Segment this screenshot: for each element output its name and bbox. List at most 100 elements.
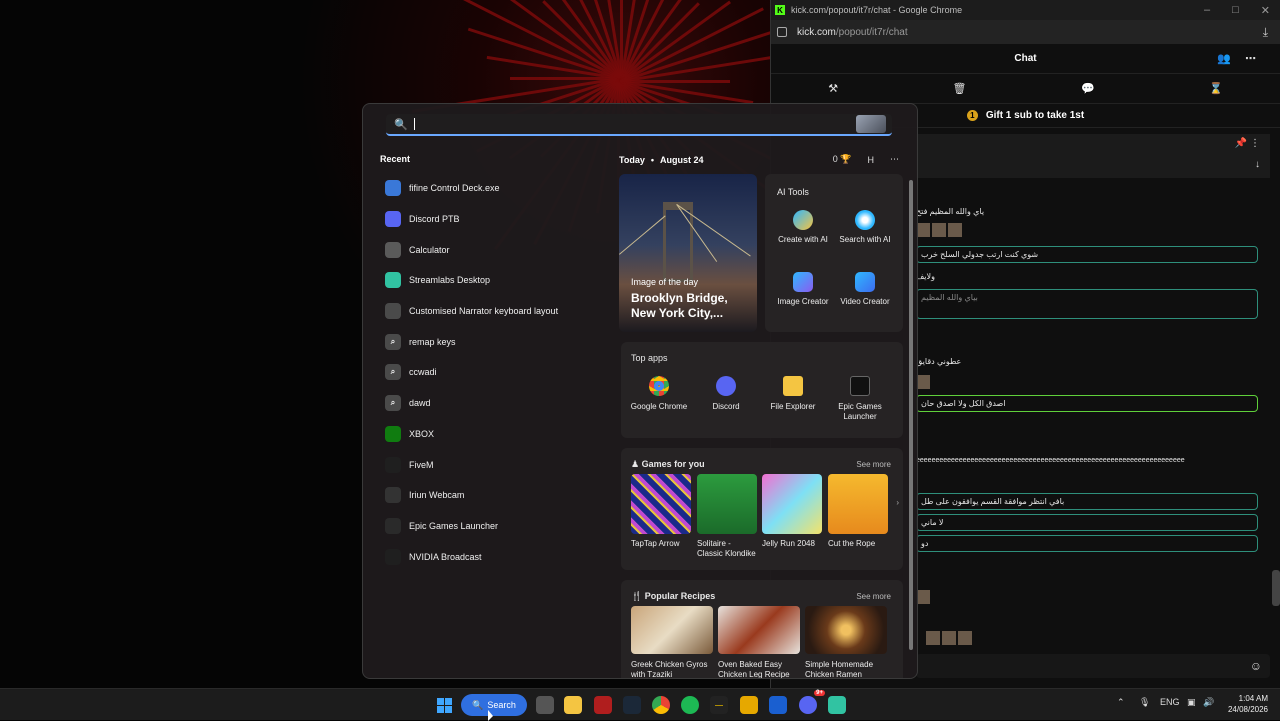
rewards-points[interactable]: 0 🏆 xyxy=(833,154,852,165)
discord-icon xyxy=(385,211,401,228)
recipe-tile[interactable]: Greek Chicken Gyros with Tzaziki xyxy=(631,606,713,678)
system-clock[interactable]: 1:04 AM 24/08/2026 xyxy=(1228,693,1268,715)
recent-item-label: dawd xyxy=(409,398,431,409)
image-of-the-day-card[interactable]: Image of the day Brooklyn Bridge, New Yo… xyxy=(619,174,757,332)
streaming-app-icon[interactable] xyxy=(594,696,612,714)
microphone-icon[interactable]: 🎙 xyxy=(1139,697,1150,708)
chat-title: Chat xyxy=(1014,53,1037,64)
user-settings-icon[interactable]: 👥 xyxy=(1217,52,1231,65)
create-with-ai[interactable]: Create with AI xyxy=(771,210,835,244)
recipes-card: 🍴 Popular Recipes See more Greek Chicken… xyxy=(621,580,903,678)
more-options-icon[interactable]: ⋯ xyxy=(1245,52,1256,65)
chevron-right-icon[interactable]: › xyxy=(896,498,899,507)
top-app-file-explorer[interactable]: File Explorer xyxy=(760,376,826,412)
mouse-cursor xyxy=(488,710,493,721)
recipe-tile[interactable]: Simple Homemade Chicken Ramen xyxy=(805,606,887,678)
recipes-see-more-link[interactable]: See more xyxy=(856,592,891,601)
chevron-up-icon[interactable]: ⌃ xyxy=(1117,697,1125,708)
window-title: kick.com/popout/it7r/chat - Google Chrom… xyxy=(791,5,963,15)
search-highlight-image[interactable] xyxy=(856,115,886,133)
taskbar: 🔍 Search — 9+ ⌃ 🎙 ENG ▣ 🔊 1:04 AM 24/08/… xyxy=(0,688,1280,720)
recent-item[interactable]: Discord PTB xyxy=(385,204,615,235)
steam-icon[interactable] xyxy=(623,696,641,714)
recent-item[interactable]: fifine Control Deck.exe xyxy=(385,173,615,204)
ban-hammer-icon[interactable]: ⚒ xyxy=(828,82,838,95)
network-icon[interactable]: ▣ xyxy=(1187,697,1196,708)
chat-message: بياي والله المظيم xyxy=(916,289,1258,319)
search-icon: 🔍 xyxy=(394,118,408,131)
game-tile[interactable]: Solitaire - Classic Klondike xyxy=(697,474,757,559)
recipe-tile[interactable]: Oven Baked Easy Chicken Leg Recipe xyxy=(718,606,800,678)
widgets-scrollbar[interactable] xyxy=(909,180,913,650)
volume-icon[interactable]: 🔊 xyxy=(1203,697,1214,708)
fivem-icon xyxy=(385,456,401,473)
recent-item[interactable]: Iriun Webcam xyxy=(385,480,615,511)
file-explorer-icon[interactable] xyxy=(564,696,582,714)
recent-item[interactable]: ⌕ ccwadi xyxy=(385,357,615,388)
task-view-icon[interactable] xyxy=(536,696,554,714)
streamlabs-icon[interactable] xyxy=(828,696,846,714)
recent-item[interactable]: ⌕ remap keys xyxy=(385,326,615,357)
chat-bubble-icon[interactable]: 💬 xyxy=(1081,82,1095,95)
recent-item[interactable]: Customised Narrator keyboard layout xyxy=(385,296,615,327)
recent-item[interactable]: Epic Games Launcher xyxy=(385,511,615,542)
ai-tools-card: AI Tools Create with AI Search with AI I… xyxy=(765,174,903,332)
recent-item[interactable]: FiveM xyxy=(385,449,615,480)
language-indicator[interactable]: ENG xyxy=(1160,697,1180,707)
app-icon[interactable] xyxy=(769,696,787,714)
discord-icon xyxy=(716,376,736,396)
arrow-down-icon[interactable]: ↓ xyxy=(1255,159,1260,170)
recent-item[interactable]: Streamlabs Desktop xyxy=(385,265,615,296)
start-button[interactable] xyxy=(435,696,453,714)
pin-icon[interactable]: 📌 ⋮ xyxy=(1235,138,1260,149)
games-see-more-link[interactable]: See more xyxy=(856,460,891,469)
taskbar-search-button[interactable]: 🔍 Search xyxy=(461,694,527,716)
top-app-epic[interactable]: Epic Games Launcher xyxy=(827,376,893,422)
game-tile[interactable]: TapTap Arrow xyxy=(631,474,691,549)
top-app-chrome[interactable]: Google Chrome xyxy=(626,376,692,412)
page-scrollbar[interactable] xyxy=(1272,570,1280,606)
trash-icon[interactable]: 🗑 xyxy=(953,82,967,95)
calculator-icon xyxy=(385,241,401,258)
start-search-input[interactable]: 🔍 xyxy=(386,114,892,136)
maximize-icon[interactable]: □ xyxy=(1232,4,1239,17)
emoji-icon[interactable]: ☺ xyxy=(1250,659,1262,673)
spotify-icon[interactable] xyxy=(681,696,699,714)
app-icon[interactable]: — xyxy=(710,696,728,714)
game-tile[interactable]: Cut the Rope xyxy=(828,474,888,549)
games-card: ♟ Games for you See more TapTap Arrow So… xyxy=(621,448,903,570)
video-creator[interactable]: Video Creator xyxy=(833,272,897,306)
recent-item[interactable]: XBOX xyxy=(385,419,615,450)
widgets-panel: Image of the day Brooklyn Bridge, New Yo… xyxy=(619,174,909,678)
hourglass-icon[interactable]: ⌛ xyxy=(1209,82,1223,95)
address-bar[interactable]: kick.com/popout/it7r/chat ⤓ xyxy=(771,20,1280,44)
game-tile[interactable]: Jelly Run 2048 xyxy=(762,474,822,549)
gift-coin-icon: 1 xyxy=(966,110,978,121)
site-info-icon[interactable] xyxy=(777,27,787,37)
pinned-message: 📌 ⋮ ↓ xyxy=(916,134,1270,178)
recent-heading: Recent xyxy=(380,154,411,164)
top-app-discord[interactable]: Discord xyxy=(693,376,759,412)
search-with-ai[interactable]: Search with AI xyxy=(833,210,897,244)
chrome-icon[interactable] xyxy=(652,696,670,714)
minimize-icon[interactable]: – xyxy=(1204,4,1210,17)
image-creator[interactable]: Image Creator xyxy=(771,272,835,306)
recent-item-label: Customised Narrator keyboard layout xyxy=(409,306,559,317)
app-icon[interactable] xyxy=(740,696,758,714)
more-icon[interactable]: ⋯ xyxy=(890,154,899,165)
download-icon[interactable]: ⤓ xyxy=(1263,25,1268,40)
close-icon[interactable]: ✕ xyxy=(1261,4,1270,17)
recent-item[interactable]: Calculator xyxy=(385,234,615,265)
chrome-title-bar[interactable]: K kick.com/popout/it7r/chat - Google Chr… xyxy=(771,0,1280,20)
recent-item[interactable]: NVIDIA Broadcast xyxy=(385,541,615,572)
discord-icon[interactable]: 9+ xyxy=(799,690,825,714)
chat-input[interactable]: ☺ xyxy=(916,654,1270,678)
text-caret xyxy=(413,118,415,130)
recent-item[interactable]: ⌕ dawd xyxy=(385,388,615,419)
recent-item-label: Discord PTB xyxy=(409,214,460,225)
game-thumbnail xyxy=(762,474,822,534)
start-menu: 🔍 Recent fifine Control Deck.exe Discord … xyxy=(362,103,918,679)
profile-initial[interactable]: H xyxy=(868,155,875,165)
recent-item-label: Epic Games Launcher xyxy=(409,520,499,531)
clock-date: 24/08/2026 xyxy=(1227,705,1268,714)
